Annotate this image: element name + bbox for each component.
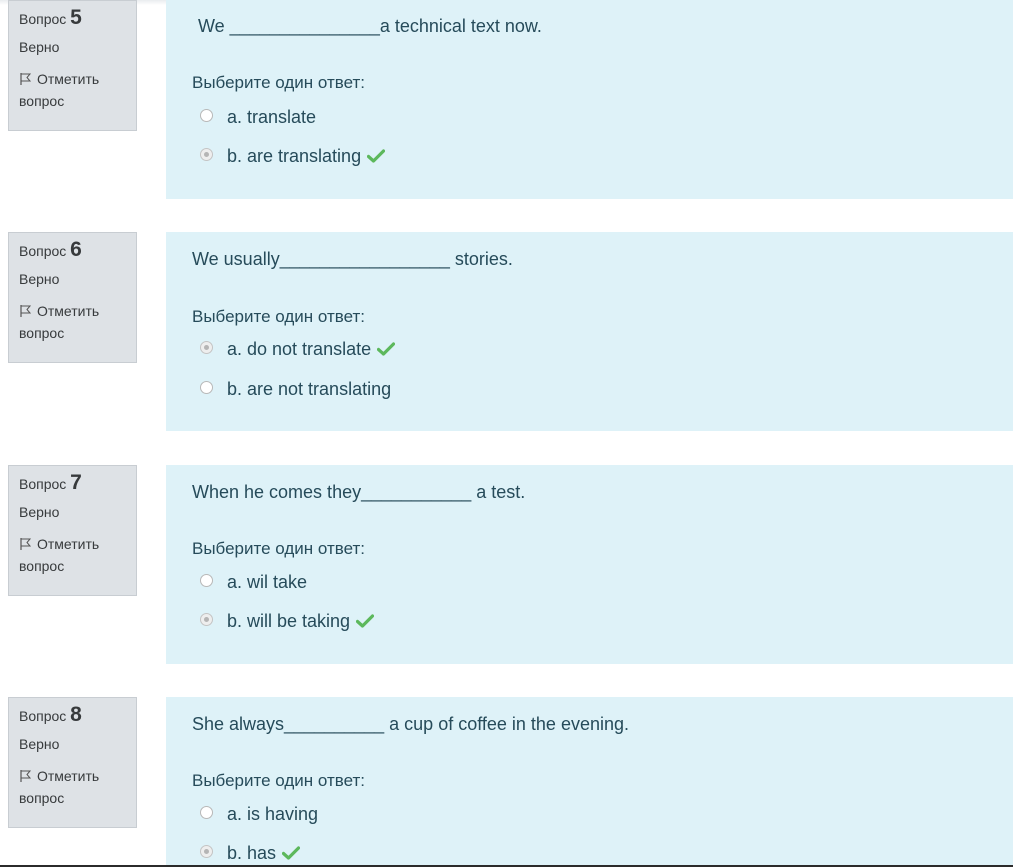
check-icon	[367, 149, 386, 163]
question-text: We _______________a technical text now.	[198, 16, 542, 36]
radio-button-selected[interactable]	[200, 613, 213, 626]
question-content: When he comes they___________ a test. Вы…	[166, 465, 1013, 664]
question-text: She always__________ a cup of coffee in …	[192, 714, 630, 734]
radio-button-selected[interactable]	[200, 845, 213, 858]
question-info: Вопрос 6 Верно Отметить вопрос	[8, 232, 137, 363]
question-state: Верно	[19, 39, 60, 55]
question-content: We _______________a technical text now. …	[166, 0, 1013, 199]
answer-option-b[interactable]: b. will be taking	[200, 611, 375, 632]
question-number: 8	[70, 703, 82, 726]
flag-icon	[20, 770, 32, 782]
radio-button[interactable]	[200, 574, 213, 587]
flag-question-link[interactable]: Отметить вопрос	[19, 533, 136, 577]
question-state: Верно	[19, 271, 60, 287]
check-icon	[356, 614, 375, 628]
question-label: Вопрос	[19, 476, 67, 492]
answer-prompt: Выберите один ответ:	[192, 771, 365, 790]
quiz-review-page: Вопрос 5 Верно Отметить вопрос We ______…	[0, 0, 1013, 867]
answer-prompt: Выберите один ответ:	[192, 73, 365, 92]
question-text: When he comes they___________ a test.	[192, 482, 526, 502]
radio-button[interactable]	[200, 109, 213, 122]
question-state: Верно	[19, 736, 60, 752]
question-label: Вопрос	[19, 243, 67, 259]
question-number-line: Вопрос 7	[19, 472, 136, 495]
answer-option-b[interactable]: b. are not translating	[200, 379, 391, 400]
answer-option-b[interactable]: b. are translating	[200, 146, 386, 167]
question-content: We usually_________________ stories. Выб…	[166, 232, 1013, 431]
question-info: Вопрос 8 Верно Отметить вопрос	[8, 697, 137, 828]
check-icon	[282, 846, 301, 860]
flag-question-link[interactable]: Отметить вопрос	[19, 68, 136, 112]
radio-button-selected[interactable]	[200, 341, 213, 354]
check-icon	[377, 342, 396, 356]
question-info: Вопрос 5 Верно Отметить вопрос	[8, 0, 137, 131]
answer-label: a. do not translate	[227, 339, 372, 359]
flag-icon	[20, 538, 32, 550]
question-number-line: Вопрос 6	[19, 239, 136, 262]
answer-label: b. are not translating	[227, 379, 392, 399]
answer-label: a. is having	[227, 804, 319, 824]
question-number: 5	[70, 6, 82, 29]
question-text: We usually_________________ stories.	[192, 249, 513, 269]
flag-icon	[20, 73, 32, 85]
answer-option-a[interactable]: a. translate	[200, 107, 316, 128]
question-state: Верно	[19, 504, 60, 520]
question-content: She always__________ a cup of coffee in …	[166, 697, 1013, 867]
answer-label: b. are translating	[227, 146, 362, 166]
question-label: Вопрос	[19, 11, 67, 27]
answer-prompt: Выберите один ответ:	[192, 307, 365, 326]
flag-icon	[20, 305, 32, 317]
question-number: 6	[70, 238, 82, 261]
answer-label: b. will be taking	[227, 611, 351, 631]
question-number-line: Вопрос 5	[19, 7, 136, 30]
answer-label: a. wil take	[227, 572, 308, 592]
radio-button-selected[interactable]	[200, 148, 213, 161]
answer-label: b. has	[227, 843, 277, 863]
question-label: Вопрос	[19, 708, 67, 724]
answer-option-b[interactable]: b. has	[200, 843, 301, 864]
question-number-line: Вопрос 8	[19, 704, 136, 727]
flag-question-link[interactable]: Отметить вопрос	[19, 765, 136, 809]
answer-option-a[interactable]: a. do not translate	[200, 339, 396, 360]
radio-button[interactable]	[200, 806, 213, 819]
question-info: Вопрос 7 Верно Отметить вопрос	[8, 465, 137, 596]
answer-prompt: Выберите один ответ:	[192, 539, 365, 558]
flag-question-link[interactable]: Отметить вопрос	[19, 300, 136, 344]
answer-option-a[interactable]: a. is having	[200, 804, 318, 825]
answer-label: a. translate	[227, 107, 317, 127]
question-number: 7	[70, 471, 82, 494]
answer-option-a[interactable]: a. wil take	[200, 572, 307, 593]
radio-button[interactable]	[200, 381, 213, 394]
